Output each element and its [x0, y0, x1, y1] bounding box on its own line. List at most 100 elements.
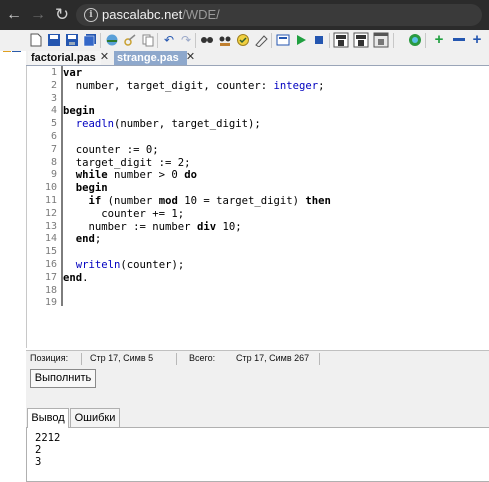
builtin: integer: [273, 79, 319, 92]
code-text: ;: [318, 79, 325, 92]
expand-icon[interactable]: +: [469, 32, 485, 48]
code-editor[interactable]: 1 2 3 4 5 6 7 8 9 10 11 12 13 14 15 16 17 18 19 var number…: [26, 66, 488, 348]
code-line: number, target_digit, counter: integer;: [63, 80, 325, 93]
keyword: do: [184, 169, 197, 182]
browse-icon[interactable]: [104, 32, 120, 48]
line-number: 10: [44, 182, 57, 194]
keyword: end: [75, 233, 95, 246]
keyword: begin: [63, 105, 95, 118]
output-line: 3: [35, 456, 42, 468]
new-file-icon[interactable]: [28, 32, 44, 48]
run-icon[interactable]: [293, 32, 309, 48]
line-number: 3: [50, 92, 57, 104]
line-number: 13: [44, 220, 57, 232]
keyword: while: [75, 169, 108, 182]
code-text: counter := 0;: [63, 143, 159, 156]
open-file-icon[interactable]: [46, 32, 62, 48]
code-text: 10;: [216, 220, 242, 233]
code-line: counter += 1;: [63, 208, 184, 221]
keyword: end: [63, 271, 83, 284]
build-exe-icon[interactable]: [333, 32, 349, 48]
remove-icon[interactable]: [451, 32, 467, 48]
clear-icon[interactable]: [253, 32, 269, 48]
output-line: 2212: [35, 432, 61, 444]
status-divider: [176, 353, 177, 365]
stop-icon[interactable]: [311, 32, 327, 48]
code-text: (counter);: [120, 259, 185, 271]
web-icon[interactable]: [407, 32, 423, 48]
address-bar[interactable]: i pascalabc.net/WDE/: [76, 4, 482, 26]
reload-icon[interactable]: ↻: [52, 5, 72, 25]
code-text: number, target_digit, counter:: [63, 79, 274, 92]
line-number: 9: [50, 169, 57, 181]
toolbar-separator: [100, 33, 101, 48]
undo-icon[interactable]: ↶: [161, 32, 177, 48]
tab-strange[interactable]: strange.pas: [114, 51, 187, 65]
run-button[interactable]: Выполнить: [30, 369, 96, 388]
url-path: /WDE/: [182, 7, 220, 22]
copy-icon[interactable]: [140, 32, 156, 48]
code-line: if (number mod 10 = target_digit) then: [63, 195, 331, 208]
find-icon[interactable]: [199, 32, 215, 48]
toolbar-separator: [157, 33, 158, 48]
line-number: 2: [50, 79, 57, 91]
tab-factorial[interactable]: factorial.pas: [28, 51, 101, 65]
ide-toolbar: ↶ ↷ + +: [0, 30, 489, 51]
code-text: ;: [94, 233, 102, 246]
compile-icon[interactable]: [275, 32, 291, 48]
save-all-icon[interactable]: [82, 32, 98, 48]
code-text: number > 0: [107, 169, 185, 182]
line-number-gutter: 1 2 3 4 5 6 7 8 9 10 11 12 13 14 15 16 17 18 19: [27, 66, 63, 308]
status-bar: Позиция: Стр 17, Симв 5 Всего: Стр 17, С…: [26, 350, 489, 367]
tab-errors[interactable]: Ошибки: [70, 408, 120, 427]
code-text: 10 = target_digit): [177, 195, 306, 207]
code-text: counter += 1;: [63, 207, 185, 220]
keyword: mod: [158, 195, 178, 207]
keyword: div: [196, 220, 217, 233]
toolbar-separator: [425, 33, 426, 48]
add-icon[interactable]: +: [431, 32, 447, 48]
line-number: 14: [44, 233, 57, 245]
line-number: 8: [50, 156, 57, 168]
tab-output[interactable]: Вывод: [27, 408, 69, 428]
keyword: if: [88, 195, 102, 207]
info-icon[interactable]: i: [84, 8, 98, 22]
keyword: then: [305, 195, 331, 207]
toolbar-separator: [393, 33, 394, 48]
line-number: 19: [44, 297, 57, 309]
code-line: target_digit := 2;: [63, 157, 191, 170]
code-line: end.: [63, 272, 89, 285]
forward-arrow-icon[interactable]: →: [28, 5, 48, 25]
cut-icon[interactable]: [122, 32, 138, 48]
back-arrow-icon[interactable]: ←: [4, 5, 24, 25]
toolbar-separator: [271, 33, 272, 48]
redo-icon[interactable]: ↷: [178, 32, 194, 48]
close-tab-icon[interactable]: ✕: [185, 52, 196, 63]
status-divider: [81, 353, 82, 365]
run-panel: Выполнить Вывод Ошибки 2212 2 3: [26, 366, 489, 482]
builtin: readln: [75, 118, 115, 131]
code-line: readln(number, target_digit);: [63, 118, 261, 131]
output-panel[interactable]: 2212 2 3: [26, 427, 489, 482]
code-text: (number, target_digit);: [114, 118, 261, 131]
tab-label: factorial.pas: [31, 52, 96, 64]
line-number: 1: [50, 67, 57, 78]
builtin: writeln: [75, 259, 121, 271]
url-host: pascalabc.net: [102, 7, 183, 22]
line-number: 18: [44, 284, 57, 296]
browser-toolbar: ← → ↻ i pascalabc.net/WDE/: [0, 0, 489, 30]
run-exe-icon[interactable]: [353, 32, 369, 48]
tab-label: strange.pas: [117, 52, 179, 64]
output-line: 2: [35, 444, 42, 456]
goto-icon[interactable]: [235, 32, 251, 48]
save-file-icon[interactable]: [64, 32, 80, 48]
code-line: while number > 0 do: [63, 169, 197, 182]
position-value: Стр 17, Симв 5: [90, 353, 154, 363]
code-line: var: [63, 67, 82, 80]
close-tab-icon[interactable]: ✕: [99, 52, 110, 63]
window-icon[interactable]: [373, 32, 389, 48]
replace-icon[interactable]: [217, 32, 233, 48]
